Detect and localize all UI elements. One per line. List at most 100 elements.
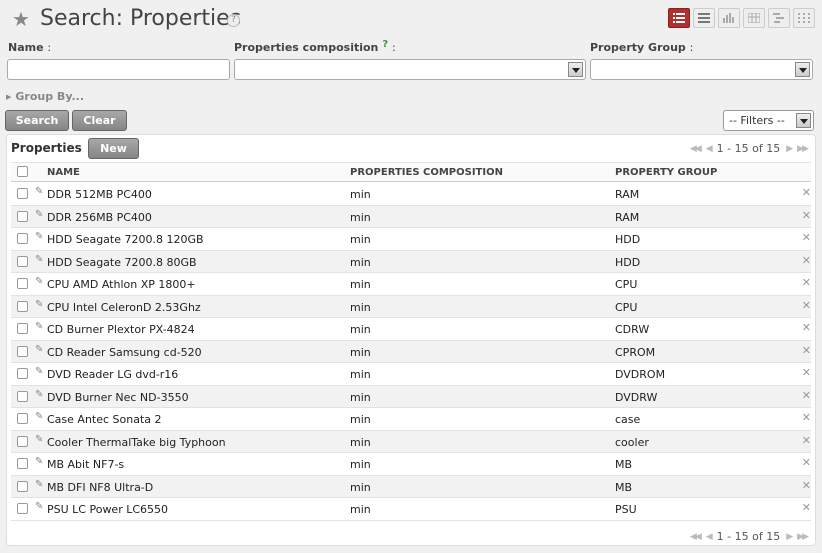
chevron-down-icon[interactable]	[796, 113, 811, 128]
first-page-icon[interactable]: ◀◀	[690, 144, 702, 154]
delete-icon[interactable]: ✕	[802, 389, 811, 402]
table-row[interactable]: ✎ CPU Intel CeleronD 2.53Ghz min CPU ✕	[11, 295, 811, 318]
new-button[interactable]: New	[88, 138, 139, 159]
table-row[interactable]: ✎ DDR 256MB PC400 min RAM ✕	[11, 205, 811, 228]
search-button[interactable]: Search	[5, 110, 69, 131]
row-checkbox[interactable]	[17, 233, 28, 244]
table-row[interactable]: ✎ Cooler ThermalTake big Typhoon min cooler…	[11, 430, 811, 453]
table-row[interactable]: ✎ Case Antec Sonata 2 min case ✕	[11, 408, 811, 431]
list-view-icon[interactable]	[668, 8, 690, 28]
pencil-icon[interactable]: ✎	[35, 501, 43, 512]
row-composition: min	[350, 300, 371, 314]
row-checkbox[interactable]	[17, 390, 28, 402]
pencil-icon[interactable]: ✎	[35, 276, 43, 287]
diagram-view-icon[interactable]	[793, 8, 815, 28]
delete-icon[interactable]: ✕	[802, 254, 811, 267]
column-header-group[interactable]: PROPERTY GROUP	[615, 167, 717, 178]
pencil-icon[interactable]: ✎	[35, 299, 43, 310]
row-name: CD Burner Plextor PX-4824	[47, 323, 195, 336]
delete-icon[interactable]: ✕	[802, 186, 811, 199]
composition-label: Properties composition? :	[234, 39, 396, 54]
table-row[interactable]: ✎ HDD Seagate 7200.8 80GB min HDD ✕	[11, 250, 811, 273]
graph-view-icon[interactable]	[718, 8, 740, 28]
clear-button[interactable]: Clear	[72, 110, 127, 131]
next-page-icon[interactable]: ▶	[786, 144, 793, 154]
pencil-icon[interactable]: ✎	[35, 186, 43, 197]
pencil-icon[interactable]: ✎	[35, 344, 43, 355]
table-row[interactable]: ✎ CD Burner Plextor PX-4824 min CDRW ✕	[11, 318, 811, 341]
form-view-icon[interactable]	[693, 8, 715, 28]
table-row[interactable]: ✎ DDR 512MB PC400 min RAM ✕	[11, 183, 811, 206]
chevron-down-icon[interactable]	[568, 62, 583, 77]
pencil-icon[interactable]: ✎	[35, 479, 43, 490]
delete-icon[interactable]: ✕	[802, 344, 811, 357]
row-composition: min	[350, 188, 371, 201]
pencil-icon[interactable]: ✎	[35, 456, 43, 467]
row-checkbox[interactable]	[17, 503, 28, 514]
table-row[interactable]: ✎ CPU AMD Athlon XP 1800+ min CPU ✕	[11, 273, 811, 296]
pencil-icon[interactable]: ✎	[35, 254, 43, 265]
pencil-icon[interactable]: ✎	[35, 231, 43, 242]
row-checkbox[interactable]	[17, 278, 28, 289]
star-icon[interactable]: ★	[12, 8, 30, 30]
table-row[interactable]: ✎ DVD Burner Nec ND-3550 min DVDRW ✕	[11, 385, 811, 408]
row-checkbox[interactable]	[17, 210, 28, 222]
row-checkbox[interactable]	[17, 413, 28, 424]
pencil-icon[interactable]: ✎	[35, 321, 43, 332]
pencil-icon[interactable]: ✎	[35, 389, 43, 400]
composition-select[interactable]	[234, 59, 586, 80]
column-header-name[interactable]: NAME	[47, 167, 80, 178]
table-row[interactable]: ✎ MB DFI NF8 Ultra-D min MB ✕	[11, 475, 811, 498]
row-checkbox[interactable]	[17, 188, 28, 199]
prev-page-icon[interactable]: ◀	[706, 532, 713, 542]
pencil-icon[interactable]: ✎	[35, 411, 43, 422]
gantt-view-icon[interactable]	[768, 8, 790, 28]
group-select[interactable]	[590, 59, 813, 80]
delete-icon[interactable]: ✕	[802, 299, 811, 312]
filters-select[interactable]: -- Filters --	[723, 110, 814, 131]
row-checkbox[interactable]	[17, 458, 28, 469]
delete-icon[interactable]: ✕	[802, 411, 811, 424]
row-checkbox[interactable]	[17, 323, 28, 334]
delete-icon[interactable]: ✕	[802, 479, 811, 492]
row-name: MB Abit NF7-s	[47, 458, 125, 471]
table-row[interactable]: ✎ HDD Seagate 7200.8 120GB min HDD ✕	[11, 228, 811, 251]
delete-icon[interactable]: ✕	[802, 501, 811, 514]
table-row[interactable]: ✎ PSU LC Power LC6550 min PSU ✕	[11, 498, 811, 521]
delete-icon[interactable]: ✕	[802, 456, 811, 469]
delete-icon[interactable]: ✕	[802, 434, 811, 447]
row-checkbox[interactable]	[17, 480, 28, 492]
prev-page-icon[interactable]: ◀	[706, 144, 713, 154]
delete-icon[interactable]: ✕	[802, 321, 811, 334]
group-by-toggle[interactable]: ▶ Group By...	[6, 90, 84, 103]
row-name: Cooler ThermalTake big Typhoon	[47, 435, 226, 449]
composition-help-icon[interactable]: ?	[382, 39, 388, 50]
select-all-checkbox[interactable]	[17, 166, 28, 177]
chevron-down-icon[interactable]	[795, 62, 810, 77]
first-page-icon[interactable]: ◀◀	[690, 532, 702, 542]
help-icon[interactable]: ?	[227, 14, 240, 27]
pencil-icon[interactable]: ✎	[35, 209, 43, 220]
last-page-icon[interactable]: ▶▶	[797, 144, 809, 154]
table-row[interactable]: ✎ DVD Reader LG dvd-r16 min DVDROM ✕	[11, 363, 811, 386]
row-checkbox[interactable]	[17, 368, 28, 379]
column-header-composition[interactable]: PROPERTIES COMPOSITION	[350, 167, 503, 178]
delete-icon[interactable]: ✕	[802, 209, 811, 222]
pencil-icon[interactable]: ✎	[35, 366, 43, 377]
table-row[interactable]: ✎ CD Reader Samsung cd-520 min CPROM ✕	[11, 340, 811, 363]
row-group: MB	[615, 480, 633, 494]
name-field[interactable]	[7, 59, 230, 80]
delete-icon[interactable]: ✕	[802, 231, 811, 244]
group-label: Property Group :	[590, 41, 694, 54]
delete-icon[interactable]: ✕	[802, 366, 811, 379]
last-page-icon[interactable]: ▶▶	[797, 532, 809, 542]
row-checkbox[interactable]	[17, 345, 28, 357]
pencil-icon[interactable]: ✎	[35, 434, 43, 445]
row-checkbox[interactable]	[17, 300, 28, 312]
next-page-icon[interactable]: ▶	[786, 532, 793, 542]
table-row[interactable]: ✎ MB Abit NF7-s min MB ✕	[11, 453, 811, 476]
calendar-view-icon[interactable]	[743, 8, 765, 28]
delete-icon[interactable]: ✕	[802, 276, 811, 289]
row-checkbox[interactable]	[17, 435, 28, 447]
row-checkbox[interactable]	[17, 255, 28, 267]
